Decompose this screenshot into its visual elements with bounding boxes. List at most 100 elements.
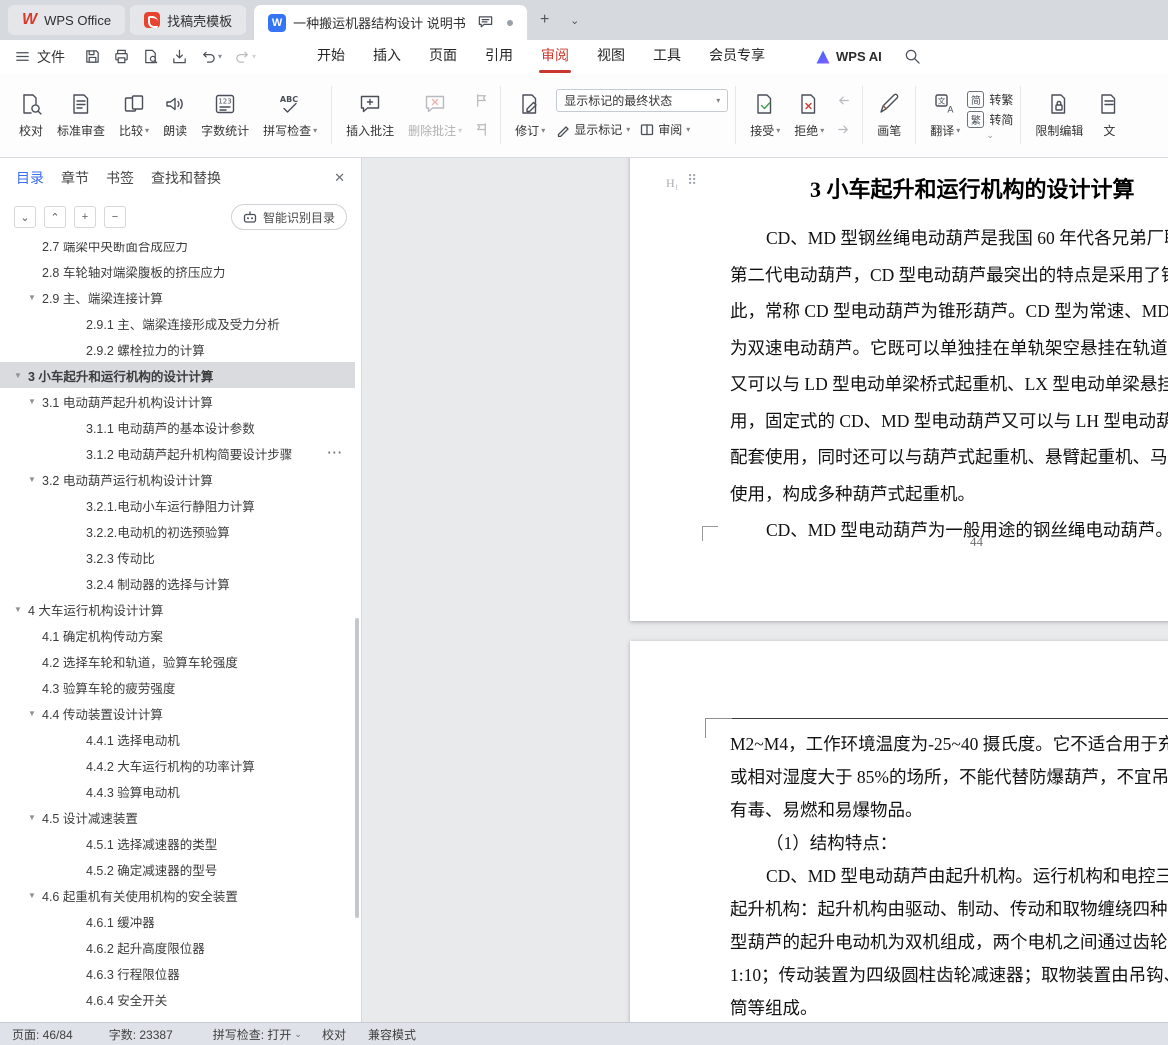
pen-button[interactable]: 画笔 bbox=[870, 86, 908, 144]
to-simplified-button[interactable]: 繁 转简 bbox=[967, 111, 1013, 128]
toc-item[interactable]: ▼4.4.2 大车运行机构的功率计算 bbox=[0, 752, 355, 778]
restrict-editing-button[interactable]: 限制编辑 bbox=[1028, 86, 1090, 144]
standard-review-button[interactable]: 标准审查 bbox=[50, 86, 112, 144]
track-changes-button[interactable]: 修订 ▾ bbox=[508, 86, 552, 144]
reject-revision-button[interactable]: 拒绝 ▾ bbox=[787, 86, 831, 144]
toc-item[interactable]: ▼3.2.2.电动机的初选预验算 bbox=[0, 518, 355, 544]
sidebar-tab[interactable]: 目录 bbox=[16, 168, 44, 188]
undo-button[interactable]: ▾ bbox=[197, 45, 225, 69]
collapse-all-button[interactable]: ⌃ bbox=[44, 206, 66, 228]
toc-item[interactable]: ▼3.2.4 制动器的选择与计算 bbox=[0, 570, 355, 596]
menu-tab[interactable]: 工具 bbox=[639, 40, 695, 73]
export-pdf-button[interactable] bbox=[168, 45, 191, 69]
sidebar-scrollbar[interactable] bbox=[355, 618, 359, 918]
menu-tab[interactable]: 引用 bbox=[471, 40, 527, 73]
save-button[interactable] bbox=[81, 45, 104, 69]
toc-item[interactable]: ▼ 4.4 传动装置设计计算 bbox=[0, 700, 355, 726]
toc-item[interactable]: ▼3.1.1 电动葫芦的基本设计参数 bbox=[0, 414, 355, 440]
toc-item[interactable]: ▼ 4.5 设计减速装置 bbox=[0, 804, 355, 830]
menu-tab[interactable]: 审阅 bbox=[527, 40, 583, 73]
status-page-indicator[interactable]: 页面: 46/84 bbox=[12, 1026, 73, 1043]
toc-item[interactable]: ▼ 2.9 主、端梁连接计算 bbox=[0, 284, 355, 310]
toc-item[interactable]: ▼3.1.2 电动葫芦起升机构简要设计步骤··· bbox=[0, 440, 355, 466]
toc-item[interactable]: ▼ 3.2 电动葫芦运行机构设计计算 bbox=[0, 466, 355, 492]
print-preview-button[interactable] bbox=[139, 45, 162, 69]
toc-item[interactable]: ▼4.6.4 安全开关 bbox=[0, 986, 355, 1012]
toc-item[interactable]: ▼3.2.3 传动比 bbox=[0, 544, 355, 570]
toc-item[interactable]: ▼4.3 验算车轮的疲劳强度 bbox=[0, 674, 355, 700]
menu-tab[interactable]: 会员专享 bbox=[695, 40, 779, 73]
insert-comment-button[interactable]: 插入批注 bbox=[339, 86, 401, 144]
demote-heading-button[interactable]: − bbox=[104, 206, 126, 228]
toc-expand-arrow-icon[interactable]: ▼ bbox=[28, 293, 42, 302]
toc-item[interactable]: ▼4.4.3 验算电动机 bbox=[0, 778, 355, 804]
toc-item[interactable]: ▼ 3.1 电动葫芦起升机构设计计算 bbox=[0, 388, 355, 414]
new-tab-button[interactable]: + bbox=[533, 8, 557, 32]
toc-item[interactable]: ▼2.9.1 主、端梁连接形成及受力分析 bbox=[0, 310, 355, 336]
tab-document[interactable]: W 一种搬运机器结构设计 说明书 bbox=[254, 5, 527, 40]
toc-item[interactable]: ▼ 4 大车运行机构设计计算 bbox=[0, 596, 355, 622]
drag-handle-icon[interactable]: ⠿ bbox=[687, 173, 697, 190]
accept-revision-button[interactable]: 接受 ▾ bbox=[743, 86, 787, 144]
status-word-count[interactable]: 字数: 23387 bbox=[109, 1026, 173, 1043]
toc-item[interactable]: ▼2.7 端梁中央断面合成应力 bbox=[0, 242, 355, 258]
toc-item[interactable]: ▼2.9.2 螺栓拉力的计算 bbox=[0, 336, 355, 362]
document-page-44[interactable]: H₁ ⠿ 3 小车起升和运行机构的设计计算 CD、MD 型钢丝绳电动葫芦是我国 … bbox=[630, 158, 1168, 621]
to-traditional-button[interactable]: 简 转繁 bbox=[967, 91, 1013, 108]
toc-expand-arrow-icon[interactable]: ▼ bbox=[28, 475, 42, 484]
markup-state-select[interactable]: 显示标记的最终状态 ▾ bbox=[556, 89, 729, 112]
word-count-button[interactable]: 123 字数统计 bbox=[194, 86, 256, 144]
toc-expand-arrow-icon[interactable]: ▼ bbox=[28, 397, 42, 406]
smart-recognize-toc-button[interactable]: 智能识别目录 bbox=[230, 204, 347, 230]
status-compat-mode[interactable]: 兼容模式 bbox=[368, 1026, 416, 1043]
compare-button[interactable]: 比较 ▾ bbox=[112, 86, 156, 144]
toc-item[interactable]: ▼4.6.2 起升高度限位器 bbox=[0, 934, 355, 960]
toc-item[interactable]: ▼4.2 选择车轮和轨道，验算车轮强度 bbox=[0, 648, 355, 674]
toc-item[interactable]: ▼4.5.2 确定减速器的型号 bbox=[0, 856, 355, 882]
sidebar-tab[interactable]: 查找和替换 bbox=[151, 168, 221, 188]
status-spellcheck[interactable]: 拼写检查: 打开 ⌄ bbox=[213, 1026, 302, 1043]
menu-tab[interactable]: 页面 bbox=[415, 40, 471, 73]
read-aloud-button[interactable]: 朗读 bbox=[156, 86, 194, 144]
status-proofread[interactable]: 校对 bbox=[322, 1026, 346, 1043]
toc-expand-arrow-icon[interactable]: ▼ bbox=[14, 371, 28, 380]
toc-item-more-button[interactable]: ··· bbox=[328, 446, 344, 460]
menu-tab[interactable]: 视图 bbox=[583, 40, 639, 73]
toc-item[interactable]: ▼2.8 车轮轴对端梁腹板的挤压应力 bbox=[0, 258, 355, 284]
search-icon[interactable] bbox=[904, 48, 921, 65]
promote-heading-button[interactable]: + bbox=[74, 206, 96, 228]
menu-tab[interactable]: 开始 bbox=[303, 40, 359, 73]
close-icon[interactable]: ✕ bbox=[334, 170, 345, 186]
clipped-ribbon-button[interactable]: 文 bbox=[1090, 86, 1128, 144]
menu-tab[interactable]: 插入 bbox=[359, 40, 415, 73]
toc-item[interactable]: ▼4.6.3 行程限位器 bbox=[0, 960, 355, 986]
translate-button[interactable]: 文A 翻译 ▾ bbox=[923, 86, 967, 144]
print-button[interactable] bbox=[110, 45, 133, 69]
show-markup-button[interactable]: 显示标记 ▾ bbox=[556, 118, 630, 141]
wps-ai-button[interactable]: WPS AI bbox=[815, 49, 882, 65]
toc-item[interactable]: ▼4.1 确定机构传动方案 bbox=[0, 622, 355, 648]
toc-item[interactable]: ▼4.4.1 选择电动机 bbox=[0, 726, 355, 752]
proofread-button[interactable]: 校对 bbox=[12, 86, 50, 144]
expand-all-button[interactable]: ⌄ bbox=[14, 206, 36, 228]
tab-wps-home[interactable]: W WPS Office bbox=[8, 5, 126, 35]
file-menu[interactable]: 文件 bbox=[14, 47, 65, 67]
toc-item[interactable]: ▼ 4.6 起重机有关使用机构的安全装置 bbox=[0, 882, 355, 908]
toc-expand-arrow-icon[interactable]: ▼ bbox=[28, 891, 42, 900]
tab-list-dropdown[interactable]: ⌄ bbox=[563, 8, 587, 32]
conversion-more-chevron[interactable]: ⌄ bbox=[987, 131, 995, 140]
review-pane-button[interactable]: 审阅 ▾ bbox=[640, 118, 690, 141]
toc-item[interactable]: ▼4.5.1 选择减速器的类型 bbox=[0, 830, 355, 856]
spell-check-button[interactable]: ABC 拼写检查 ▾ bbox=[256, 86, 324, 144]
toc-expand-arrow-icon[interactable]: ▼ bbox=[28, 813, 42, 822]
sidebar-tab[interactable]: 章节 bbox=[61, 168, 89, 188]
toc-expand-arrow-icon[interactable]: ▼ bbox=[28, 709, 42, 718]
sidebar-tab[interactable]: 书签 bbox=[106, 168, 134, 188]
document-page-45[interactable]: M2~M4，工作环境温度为-25~40 摄氏度。它不适合用于充满腐 或相对湿度大于… bbox=[630, 641, 1168, 1022]
toc-expand-arrow-icon[interactable]: ▼ bbox=[14, 605, 28, 614]
toc-item[interactable]: ▼4.6.1 缓冲器 bbox=[0, 908, 355, 934]
document-canvas[interactable]: H₁ ⠿ 3 小车起升和运行机构的设计计算 CD、MD 型钢丝绳电动葫芦是我国 … bbox=[363, 158, 1168, 1022]
tab-docer-template[interactable]: 找稿壳模板 bbox=[130, 5, 247, 35]
toc-item[interactable]: ▼ 3 小车起升和运行机构的设计计算 bbox=[0, 362, 355, 388]
comment-bubble-icon[interactable] bbox=[477, 14, 494, 31]
